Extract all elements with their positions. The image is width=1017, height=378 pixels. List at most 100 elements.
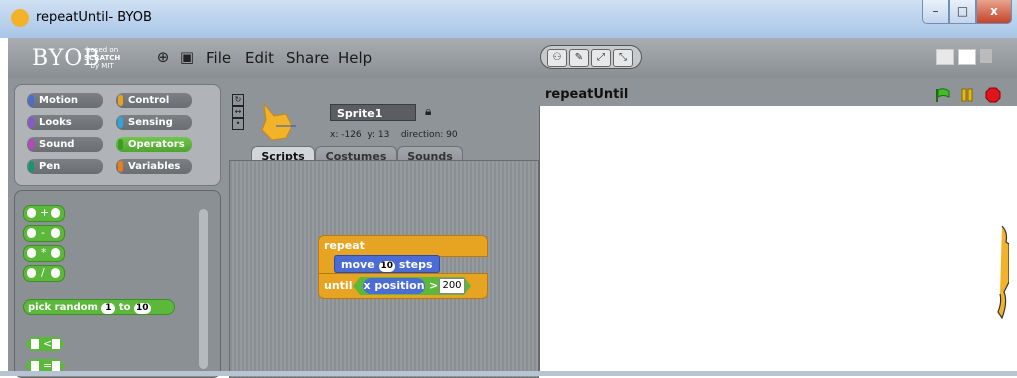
sprite-thumbnail xyxy=(261,102,296,141)
menubar: BYOB based on SCRATCH by MIT ⊕ ▣ File Ed… xyxy=(8,38,1017,78)
steps-label: steps xyxy=(398,258,433,271)
divide-block[interactable]: / xyxy=(23,265,65,282)
lock-icon[interactable]: 🔒︎ xyxy=(425,104,435,118)
input-slot xyxy=(51,208,60,218)
less-than-block[interactable]: < xyxy=(25,337,65,351)
globe-icon[interactable]: ⊕ xyxy=(155,49,171,65)
sprite-panel: ↻ ↔ • Sprite1 🔒︎ x: -126 y: 13 direction… xyxy=(229,78,539,378)
blocks-palette: + - * / pick random 1 to 10 < = xyxy=(14,190,221,378)
rotate-icon[interactable]: ↻ xyxy=(232,94,244,106)
window-title: repeatUntil- BYOB xyxy=(36,10,152,25)
looks-color-strip xyxy=(29,117,34,128)
minimize-icon: – xyxy=(932,4,939,18)
grow-icon[interactable]: ⤢ xyxy=(591,49,611,67)
greater-than-operator: > xyxy=(429,279,439,292)
move-steps-block[interactable]: move 10 steps xyxy=(334,255,440,273)
until-label: until xyxy=(324,279,353,292)
flip-icon[interactable]: ↔ xyxy=(232,106,244,118)
presentation-icon[interactable] xyxy=(980,49,992,63)
input-slot xyxy=(27,228,36,238)
input-slot xyxy=(51,228,60,238)
move-label: move xyxy=(341,258,375,271)
stage-sprite xyxy=(997,225,1009,320)
stage-title: repeatUntil xyxy=(545,87,629,102)
category-label: Looks xyxy=(39,117,72,128)
category-variables[interactable]: Variables xyxy=(116,159,192,174)
category-motion[interactable]: Motion xyxy=(27,93,103,108)
menu-share[interactable]: Share xyxy=(286,49,329,67)
sound-color-strip xyxy=(29,139,34,150)
close-button[interactable]: x xyxy=(976,0,1012,24)
category-panel: Motion Control Looks Sensing Sound Opera… xyxy=(14,84,221,186)
random-from-input[interactable]: 1 xyxy=(101,303,116,314)
add-block[interactable]: + xyxy=(23,205,65,222)
variables-color-strip xyxy=(118,161,123,172)
repeat-label: repeat xyxy=(324,239,365,252)
menu-edit[interactable]: Edit xyxy=(245,49,274,67)
stop-icon[interactable] xyxy=(985,87,1001,103)
motion-color-strip xyxy=(29,95,34,106)
category-control[interactable]: Control xyxy=(116,93,192,108)
category-operators[interactable]: Operators xyxy=(116,137,192,152)
move-steps-input[interactable]: 10 xyxy=(378,261,396,272)
scripts-area[interactable]: repeat move 10 steps until x position > … xyxy=(229,160,539,378)
category-label: Motion xyxy=(39,95,79,106)
input-slot xyxy=(51,248,60,258)
threshold-input[interactable]: 200 xyxy=(439,278,465,294)
byob-app-icon xyxy=(11,9,29,27)
operator-label: / xyxy=(41,266,45,279)
wrench-icon[interactable]: ✎ xyxy=(569,49,589,67)
operator-label: * xyxy=(41,246,47,259)
pick-random-to-label: to xyxy=(118,302,131,313)
input-slot xyxy=(51,268,60,278)
window-bottom-border xyxy=(0,371,1017,376)
operator-label: - xyxy=(41,226,45,239)
sprite-name-field[interactable]: Sprite1 xyxy=(330,104,416,121)
floppy-icon[interactable]: ▣ xyxy=(179,49,195,65)
pick-random-block[interactable]: pick random 1 to 10 xyxy=(23,299,175,315)
minimize-button[interactable]: – xyxy=(922,0,949,24)
stage-header: repeatUntil xyxy=(539,84,1017,106)
pause-icon[interactable] xyxy=(959,87,975,103)
green-flag-icon[interactable] xyxy=(935,87,951,103)
sensing-color-strip xyxy=(118,117,123,128)
category-sensing[interactable]: Sensing xyxy=(116,115,192,130)
category-pen[interactable]: Pen xyxy=(27,159,103,174)
small-stage-icon[interactable] xyxy=(936,49,954,65)
category-label: Operators xyxy=(128,139,185,150)
shrink-icon[interactable]: ⤡ xyxy=(613,49,633,67)
category-sound[interactable]: Sound xyxy=(27,137,103,152)
menu-help[interactable]: Help xyxy=(338,49,372,67)
input-slot xyxy=(27,268,36,278)
sprite-coordinates: x: -126 y: 13 direction: 90 xyxy=(330,130,458,140)
repeat-until-block[interactable]: repeat xyxy=(318,235,488,257)
sprite-info: ↻ ↔ • Sprite1 🔒︎ x: -126 y: 13 direction… xyxy=(229,84,537,167)
app-frame: BYOB based on SCRATCH by MIT ⊕ ▣ File Ed… xyxy=(8,38,1017,378)
menu-file[interactable]: File xyxy=(206,49,231,67)
stage-canvas[interactable] xyxy=(539,106,1017,376)
category-label: Sound xyxy=(39,139,75,150)
x-position-reporter[interactable]: x position xyxy=(363,278,425,294)
category-label: Control xyxy=(128,95,170,106)
category-looks[interactable]: Looks xyxy=(27,115,103,130)
logo-sub-line: SCRATCH xyxy=(84,54,121,62)
category-label: Sensing xyxy=(128,117,173,128)
sprite-tools: ⚇ ✎ ⤢ ⤡ xyxy=(540,45,642,69)
operator-label: < xyxy=(43,337,53,350)
multiply-block[interactable]: * xyxy=(23,245,65,262)
no-rotate-icon[interactable]: • xyxy=(232,118,244,130)
input-slot xyxy=(52,361,60,371)
input-slot xyxy=(31,339,39,349)
logo-subtitle: based on SCRATCH by MIT xyxy=(84,46,120,70)
normal-stage-icon[interactable] xyxy=(958,49,976,65)
random-to-input[interactable]: 10 xyxy=(134,303,151,314)
category-label: Pen xyxy=(39,161,61,172)
palette-scrollbar[interactable] xyxy=(199,209,208,369)
logo-sub-line: based on xyxy=(86,46,119,54)
maximize-button[interactable]: □ xyxy=(949,0,976,24)
input-slot xyxy=(27,248,36,258)
subtract-block[interactable]: - xyxy=(23,225,65,242)
category-label: Variables xyxy=(128,161,181,172)
person-icon[interactable]: ⚇ xyxy=(547,49,567,67)
window-titlebar: repeatUntil- BYOB – □ x xyxy=(0,0,1017,38)
